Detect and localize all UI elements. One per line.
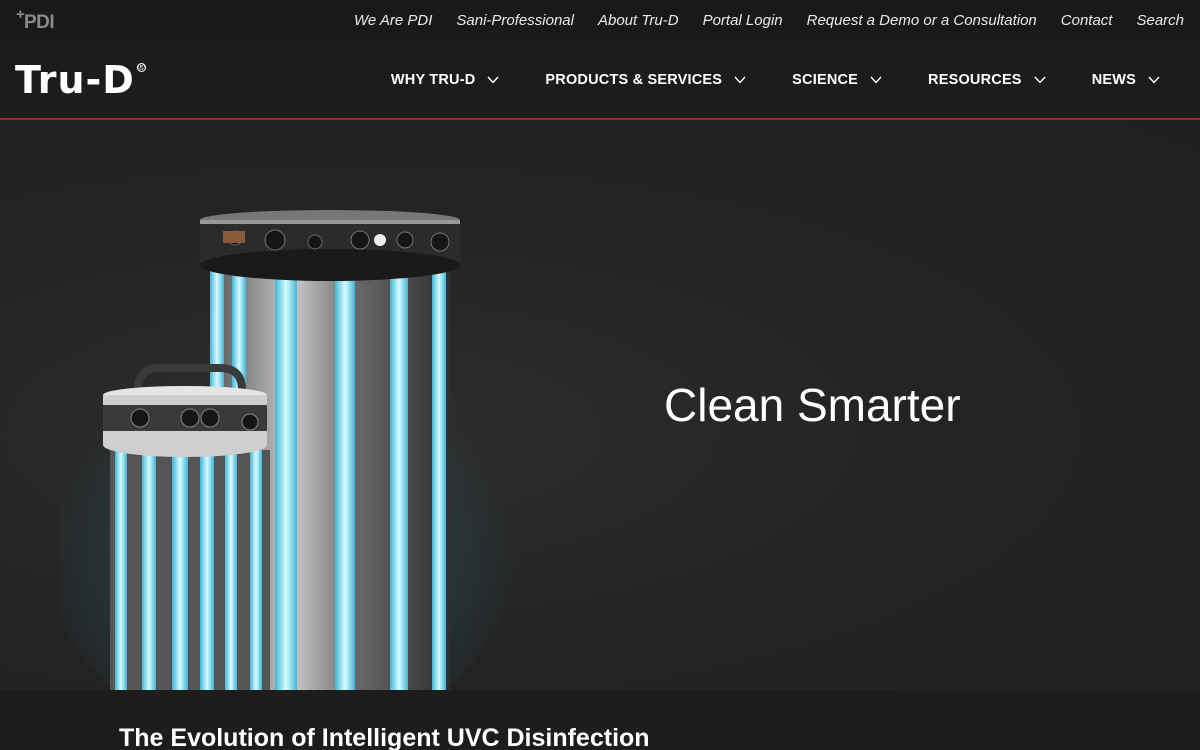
utility-link-contact[interactable]: Contact [1061, 12, 1113, 29]
hero-section: Clean Smarter [0, 120, 1200, 690]
utility-link-request-demo[interactable]: Request a Demo or a Consultation [807, 12, 1037, 29]
nav-item-label: RESOURCES [928, 71, 1022, 88]
nav-item-science[interactable]: SCIENCE [792, 72, 882, 88]
utility-bar: + PDI We Are PDI Sani-Professional About… [0, 0, 1200, 41]
main-header: Tru-D ® WHY TRU-D PRODUCTS & SERVICES SC… [0, 41, 1200, 120]
nav-item-resources[interactable]: RESOURCES [928, 72, 1046, 88]
chevron-down-icon [1148, 76, 1160, 84]
logo-wordmark: Tru-D [15, 58, 135, 102]
chevron-down-icon [1034, 76, 1046, 84]
pdi-logo-text: PDI [24, 12, 55, 33]
nav-item-label: PRODUCTS & SERVICES [545, 71, 723, 88]
nav-item-label: NEWS [1091, 71, 1136, 88]
nav-item-why-tru-d[interactable]: WHY TRU-D [391, 72, 500, 88]
intro-section: The Evolution of Intelligent UVC Disinfe… [0, 690, 1200, 750]
nav-item-label: WHY TRU-D [390, 71, 476, 88]
pdi-logo[interactable]: + PDI [15, 7, 65, 35]
nav-item-news[interactable]: NEWS [1092, 72, 1160, 88]
hero-title: Clean Smarter [664, 379, 961, 431]
utility-link-we-are-pdi[interactable]: We Are PDI [354, 12, 432, 29]
utility-link-search[interactable]: Search [1136, 12, 1184, 29]
tru-d-logo[interactable]: Tru-D ® [15, 61, 146, 99]
uvc-robots-image [60, 210, 520, 690]
chevron-down-icon [487, 76, 499, 84]
section-title: The Evolution of Intelligent UVC Disinfe… [119, 724, 650, 750]
utility-link-about-tru-d[interactable]: About Tru-D [598, 12, 679, 29]
utility-link-sani-professional[interactable]: Sani-Professional [456, 12, 574, 29]
utility-link-portal-login[interactable]: Portal Login [703, 12, 783, 29]
utility-nav: We Are PDI Sani-Professional About Tru-D… [354, 0, 1184, 41]
nav-item-label: SCIENCE [792, 71, 859, 88]
chevron-down-icon [870, 76, 882, 84]
primary-nav: WHY TRU-D PRODUCTS & SERVICES SCIENCE RE… [391, 41, 1160, 118]
chevron-down-icon [734, 76, 746, 84]
nav-item-products-services[interactable]: PRODUCTS & SERVICES [545, 72, 746, 88]
registered-mark: ® [136, 62, 146, 72]
